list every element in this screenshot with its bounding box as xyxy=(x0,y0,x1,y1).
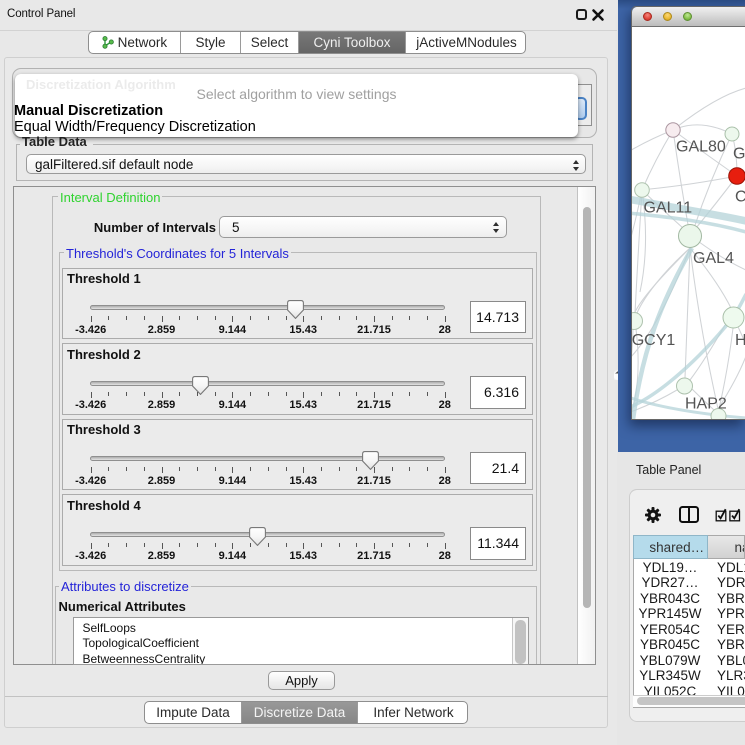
svg-text:GAL80: GAL80 xyxy=(676,139,726,156)
svg-text:C: C xyxy=(735,189,745,206)
svg-text:G.: G. xyxy=(733,146,745,163)
svg-text:HAP2: HAP2 xyxy=(685,396,727,413)
svg-text:GAL11: GAL11 xyxy=(644,200,693,217)
svg-text:GCY1: GCY1 xyxy=(632,332,675,349)
svg-text:GAL4: GAL4 xyxy=(693,250,734,267)
svg-text:H: H xyxy=(735,332,745,349)
